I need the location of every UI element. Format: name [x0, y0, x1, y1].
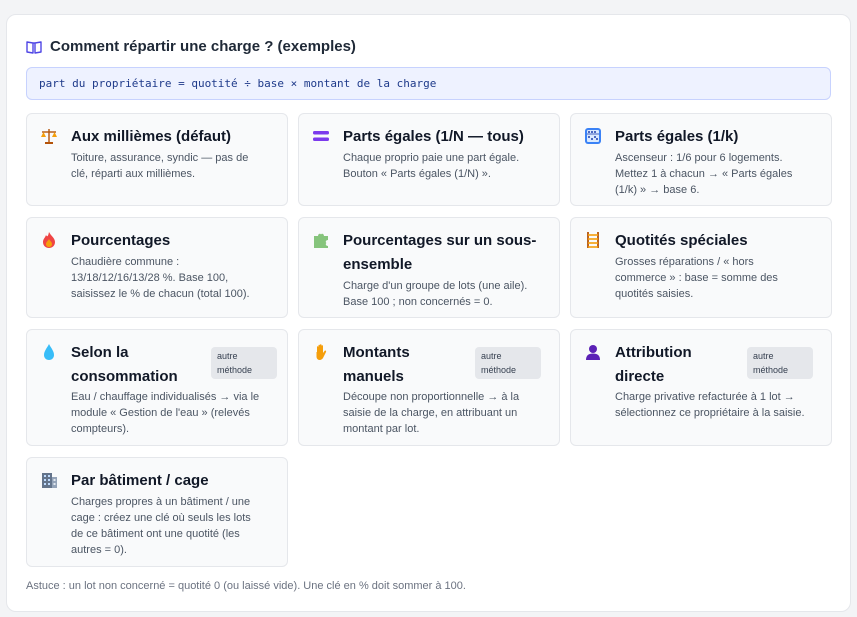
panel-header: Comment répartir une charge ? (exemples): [26, 38, 356, 55]
person-silhouette-icon: [584, 343, 602, 361]
card-description: Chaudière commune : 13/18/12/16/13/28 %.…: [71, 256, 250, 300]
other-method-badge: autre méthode: [475, 347, 541, 379]
examples-panel: Comment répartir une charge ? (exemples)…: [6, 14, 851, 612]
card-special-quotas: Quotités spéciales Grosses réparations /…: [570, 217, 832, 318]
card-manual-amounts: Montants manuels autre méthode Découpe n…: [298, 329, 560, 446]
raised-hand-icon: [312, 343, 330, 361]
card-title: Parts égales (1/k): [615, 128, 739, 145]
card-description: Chaque proprio paie une part égale. Bout…: [343, 152, 520, 180]
card-title: Aux millièmes (défaut): [71, 128, 232, 145]
card-consumption: Selon la consommation autre méthode Eau …: [26, 329, 288, 446]
card-description: Charge d'un groupe de lots (une aile). B…: [343, 280, 528, 308]
card-title: Pourcentages: [71, 232, 171, 249]
card-percentages-subset: Pourcentages sur un sous- ensemble Charg…: [298, 217, 560, 318]
card-title: Montants manuels: [343, 344, 410, 385]
card-title: Attribution directe: [615, 344, 692, 385]
card-description: Toiture, assurance, syndic — pas de clé,…: [71, 152, 249, 180]
card-by-building: Par bâtiment / cage Charges propres à un…: [26, 457, 288, 567]
balance-scale-icon: [40, 127, 58, 145]
card-percentages: Pourcentages Chaudière commune : 13/18/1…: [26, 217, 288, 318]
card-equal-shares-all: Parts égales (1/N — tous) Chaque proprio…: [298, 113, 560, 206]
footer-tip: Astuce : un lot non concerné = quotité 0…: [26, 580, 466, 592]
other-method-badge: autre méthode: [747, 347, 813, 379]
puzzle-piece-icon: [312, 231, 330, 249]
card-thousandths: Aux millièmes (défaut) Toiture, assuranc…: [26, 113, 288, 206]
abacus-icon: [584, 127, 602, 145]
office-building-icon: [40, 471, 58, 489]
water-drop-icon: [40, 343, 58, 361]
fire-icon: [40, 231, 58, 249]
equals-icon: [312, 127, 330, 145]
card-direct-attribution: Attribution directe autre méthode Charge…: [570, 329, 832, 446]
card-description: Découpe non proportionnelle → à la saisi…: [343, 391, 520, 435]
card-description: Grosses réparations / « hors commerce » …: [615, 256, 778, 300]
open-book-icon: [26, 39, 42, 55]
card-title: Pourcentages sur un sous- ensemble: [343, 232, 537, 273]
card-equal-shares-k: Parts égales (1/k) Ascenseur : 1/6 pour …: [570, 113, 832, 206]
card-title: Par bâtiment / cage: [71, 472, 209, 489]
card-description: Eau / chauffage individualisés → via le …: [71, 391, 260, 435]
card-description: Charges propres à un bâtiment / une cage…: [71, 496, 251, 556]
card-title: Quotités spéciales: [615, 232, 748, 249]
other-method-badge: autre méthode: [211, 347, 277, 379]
card-description: Ascenseur : 1/6 pour 6 logements. Mettez…: [615, 152, 793, 196]
card-description: Charge privative refacturée à 1 lot → sé…: [615, 391, 805, 419]
panel-title: Comment répartir une charge ? (exemples): [50, 38, 356, 55]
formula-box: part du propriétaire = quotité ÷ base × …: [26, 67, 831, 100]
card-title: Selon la consommation: [71, 344, 178, 385]
card-title: Parts égales (1/N — tous): [343, 128, 524, 145]
ladder-icon: [584, 231, 602, 249]
formula-text: part du propriétaire = quotité ÷ base × …: [39, 77, 437, 90]
